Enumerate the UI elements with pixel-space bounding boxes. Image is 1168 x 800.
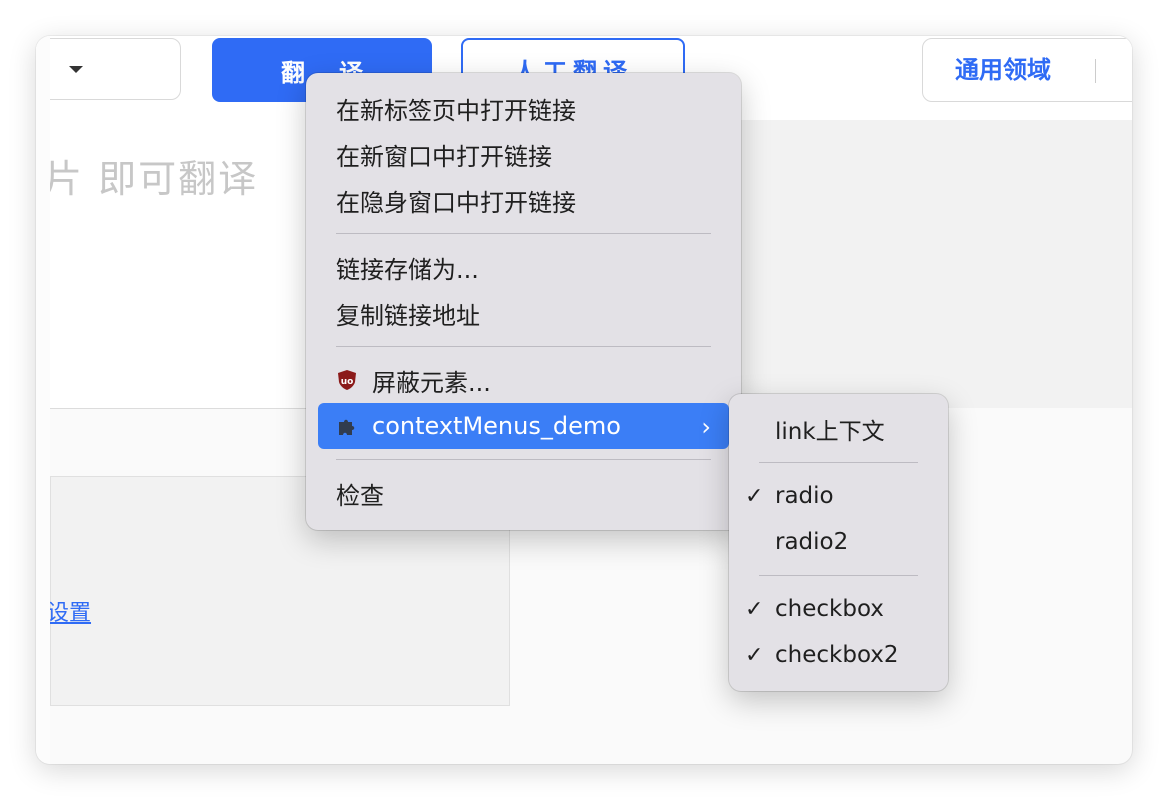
menu-item-label: 复制链接地址 — [336, 301, 480, 330]
window-edge — [36, 36, 50, 764]
menu-separator — [759, 575, 918, 576]
domain-select[interactable]: 通用领域 — [922, 38, 1132, 102]
submenu-item-label: checkbox — [775, 596, 884, 622]
menu-item-inspect[interactable]: 检查 — [318, 470, 729, 516]
check-icon: ✓ — [745, 483, 764, 509]
menu-separator — [759, 462, 918, 463]
menu-item-save-link-as[interactable]: 链接存储为... — [318, 244, 729, 290]
context-menu: 在新标签页中打开链接 在新窗口中打开链接 在隐身窗口中打开链接 链接存储为...… — [306, 73, 741, 530]
submenu-item-label: radio — [775, 483, 834, 509]
chevron-right-icon: › — [701, 413, 711, 441]
puzzle-extension-icon — [336, 415, 358, 437]
menu-item-open-new-tab[interactable]: 在新标签页中打开链接 — [318, 85, 729, 131]
submenu-item-radio[interactable]: ✓ radio — [739, 473, 938, 519]
input-placeholder: 片 即可翻译 — [44, 157, 259, 201]
submenu-item-label: link上下文 — [775, 419, 885, 445]
divider — [1095, 59, 1096, 83]
submenu-item-checkbox[interactable]: ✓ checkbox — [739, 586, 938, 632]
settings-link[interactable]: 设置 — [47, 595, 91, 627]
menu-item-copy-link-address[interactable]: 复制链接地址 — [318, 290, 729, 336]
menu-separator — [336, 459, 711, 460]
language-select[interactable] — [36, 38, 181, 100]
submenu-item-link-context[interactable]: link上下文 — [739, 406, 938, 452]
menu-item-label: 在新窗口中打开链接 — [336, 142, 552, 171]
chevron-down-icon — [69, 66, 83, 73]
ublock-shield-icon: uo — [336, 369, 358, 391]
menu-item-label: contextMenus_demo — [372, 412, 621, 440]
menu-item-contextmenus-demo[interactable]: contextMenus_demo › — [318, 403, 729, 449]
menu-item-open-incognito[interactable]: 在隐身窗口中打开链接 — [318, 177, 729, 223]
menu-separator — [336, 346, 711, 347]
menu-item-label: 在新标签页中打开链接 — [336, 96, 576, 125]
submenu-item-radio2[interactable]: radio2 — [739, 519, 938, 565]
check-icon: ✓ — [745, 596, 764, 622]
menu-item-label: 链接存储为... — [336, 255, 479, 284]
menu-item-label: 检查 — [336, 481, 384, 510]
check-icon: ✓ — [745, 642, 764, 668]
submenu-item-label: checkbox2 — [775, 642, 899, 668]
context-submenu: link上下文 ✓ radio radio2 ✓ checkbox ✓ chec… — [729, 394, 948, 691]
submenu-item-checkbox2[interactable]: ✓ checkbox2 — [739, 632, 938, 678]
menu-item-open-new-window[interactable]: 在新窗口中打开链接 — [318, 131, 729, 177]
svg-text:uo: uo — [341, 377, 354, 387]
menu-item-label: 屏蔽元素... — [372, 368, 491, 397]
menu-separator — [336, 233, 711, 234]
menu-item-block-element[interactable]: uo 屏蔽元素... — [318, 357, 729, 403]
domain-label: 通用领域 — [955, 56, 1051, 84]
submenu-item-label: radio2 — [775, 529, 849, 555]
menu-item-label: 在隐身窗口中打开链接 — [336, 188, 576, 217]
